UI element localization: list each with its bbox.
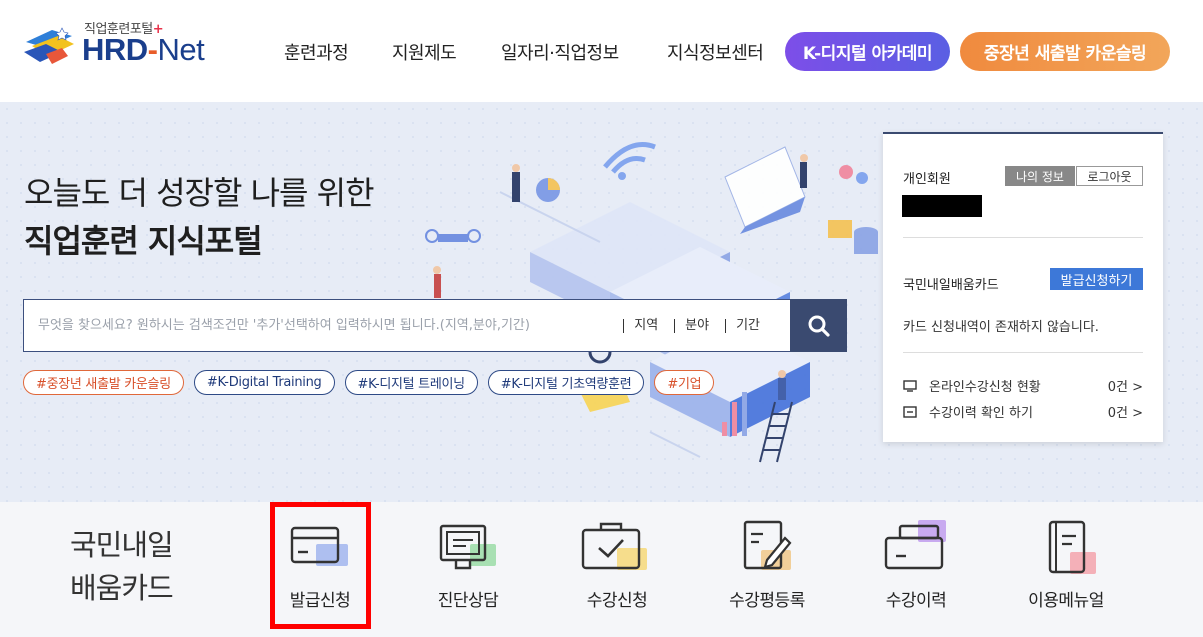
- member-type-label: 개인회원: [903, 172, 951, 187]
- quick-diagnosis-consult-label: 진단상담: [437, 591, 499, 611]
- logo-icon: [24, 27, 74, 64]
- nav-jobs-info[interactable]: 일자리·직업정보: [501, 39, 619, 65]
- filter-field[interactable]: 분야: [674, 318, 721, 333]
- user-panel: 개인회원 나의 정보 로그아웃 국민내일배움카드 발급신청하기 카드 신청내역이…: [883, 132, 1163, 442]
- nav-training-courses[interactable]: 훈련과정: [284, 39, 349, 65]
- filter-period[interactable]: 기간: [725, 318, 772, 333]
- history-folder-icon: [884, 520, 946, 570]
- online-enrollment-label: 온라인수강신청 현황: [929, 380, 1041, 395]
- quick-menu-title-line2: 배움카드: [70, 571, 174, 605]
- course-history-label: 수강이력 확인 하기: [929, 406, 1033, 421]
- quick-course-enroll[interactable]: 수강신청: [562, 502, 672, 637]
- quick-diagnosis-consult[interactable]: 진단상담: [413, 502, 523, 637]
- quick-menu-title-line1: 국민내일: [70, 528, 174, 562]
- quick-course-enroll-label: 수강신청: [586, 591, 648, 611]
- course-history-count: 0건 >: [1107, 406, 1143, 421]
- quick-review-register-label: 수강평등록: [729, 591, 805, 611]
- issue-request-button[interactable]: 발급신청하기: [1050, 268, 1143, 290]
- filter-region[interactable]: 지역: [623, 318, 670, 333]
- panel-divider: [903, 352, 1143, 353]
- search-input[interactable]: [24, 300, 620, 351]
- tag-k-digital-training-en[interactable]: #K-Digital Training: [193, 370, 335, 395]
- search-button[interactable]: [790, 299, 847, 352]
- review-pen-icon: [743, 520, 792, 570]
- nav-support-system[interactable]: 지원제도: [392, 39, 457, 65]
- search-icon: [808, 315, 830, 337]
- check-bag-icon: [581, 522, 647, 570]
- hrd-net-logo[interactable]: 직업훈련포털+ HRD-Net: [22, 18, 222, 70]
- tag-company[interactable]: #기업: [654, 370, 715, 395]
- course-history-link[interactable]: 수강이력 확인 하기 0건 >: [903, 402, 1143, 421]
- k-digital-academy-button[interactable]: K-디지털 아카데미: [785, 32, 950, 71]
- hero-title-line2: 직업훈련 지식포털: [24, 222, 263, 260]
- quick-review-register[interactable]: 수강평등록: [712, 502, 822, 637]
- redacted-user-name: [902, 195, 982, 217]
- card-icon: [290, 526, 348, 566]
- hero-title-line1: 오늘도 더 성장할 나를 위한: [24, 174, 375, 212]
- panel-divider: [903, 237, 1143, 238]
- quick-user-manual-label: 이용메뉴얼: [1028, 591, 1104, 611]
- quick-issue-request[interactable]: 발급신청: [265, 502, 375, 637]
- card-status-message: 카드 신청내역이 존재하지 않습니다.: [903, 320, 1099, 335]
- quick-menu-title: 국민내일 배움카드: [70, 524, 174, 610]
- site-header: 직업훈련포털+ HRD-Net 훈련과정 지원제도 일자리·직업정보 지식정보센…: [0, 0, 1203, 102]
- card-title-label: 국민내일배움카드: [903, 278, 999, 293]
- quick-course-history[interactable]: 수강이력: [861, 502, 971, 637]
- consult-monitor-icon: [439, 524, 496, 570]
- card-quick-menu: 국민내일 배움카드 발급신청 진단상담 수강신청 수강평등록 수강이력 이용메뉴…: [0, 502, 1203, 637]
- tag-k-digital-training-ko[interactable]: #K-디지털 트레이닝: [344, 370, 478, 395]
- monitor-icon: [903, 379, 917, 392]
- nav-knowledge-center[interactable]: 지식정보센터: [667, 39, 764, 65]
- quick-course-history-label: 수강이력: [885, 591, 947, 611]
- online-enrollment-status-link[interactable]: 온라인수강신청 현황 0건 >: [903, 376, 1143, 395]
- midlife-counseling-button[interactable]: 중장년 새출발 카운슬링: [960, 32, 1170, 71]
- logo-wordmark: HRD-Net: [82, 32, 205, 67]
- list-icon: [903, 405, 917, 418]
- tag-midlife-counseling[interactable]: #중장년 새출발 카운슬링: [23, 370, 184, 395]
- quick-issue-request-label: 발급신청: [289, 591, 351, 611]
- quick-user-manual[interactable]: 이용메뉴얼: [1011, 502, 1121, 637]
- tag-k-digital-basic[interactable]: #K-디지털 기초역량훈련: [487, 370, 645, 395]
- search-bar: 지역 분야 기간: [23, 299, 847, 352]
- search-filters: 지역 분야 기간: [619, 300, 790, 351]
- online-enrollment-count: 0건 >: [1107, 380, 1143, 395]
- my-info-button[interactable]: 나의 정보: [1005, 166, 1075, 186]
- hashtag-list: #중장년 새출발 카운슬링 #K-Digital Training #K-디지털…: [23, 370, 715, 395]
- logout-button[interactable]: 로그아웃: [1076, 166, 1143, 186]
- manual-book-icon: [1048, 520, 1096, 574]
